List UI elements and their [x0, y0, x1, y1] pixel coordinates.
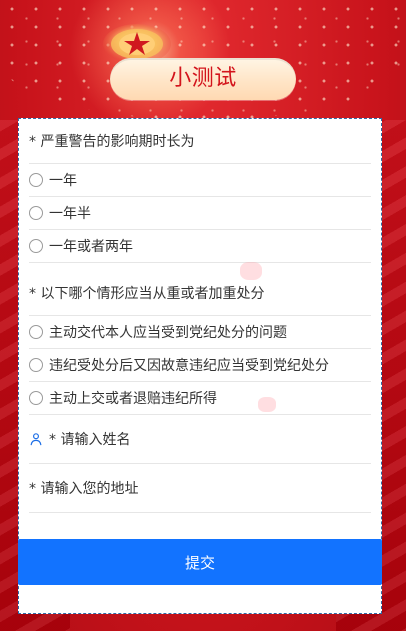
address-placeholder: * 请输入您的地址	[29, 481, 139, 497]
radio-icon[interactable]	[29, 358, 43, 372]
option-label: 一年或者两年	[49, 239, 133, 255]
decorative-blob	[258, 397, 276, 412]
option-label: 违纪受处分后又因故意违纪应当受到党纪处分	[49, 358, 329, 374]
option-label: 主动上交或者退赔违纪所得	[49, 391, 217, 407]
page-title: 小测试	[169, 66, 237, 91]
submit-button[interactable]: 提交	[18, 539, 382, 585]
name-field[interactable]: * 请输入姓名	[29, 415, 371, 464]
question-1-title: * 严重警告的影响期时长为	[29, 119, 371, 164]
question-2-title: * 以下哪个情形应当从重或者加重处分	[29, 271, 371, 316]
decorative-blob	[240, 262, 262, 280]
question-2: * 以下哪个情形应当从重或者加重处分 主动交代本人应当受到党纪处分的问题 违纪受…	[19, 271, 381, 415]
radio-icon[interactable]	[29, 206, 43, 220]
name-placeholder: * 请输入姓名	[49, 432, 131, 448]
question-1-option-3[interactable]: 一年或者两年	[29, 230, 371, 263]
user-icon	[29, 432, 43, 446]
radio-icon[interactable]	[29, 391, 43, 405]
question-2-option-1[interactable]: 主动交代本人应当受到党纪处分的问题	[29, 316, 371, 349]
radio-icon[interactable]	[29, 173, 43, 187]
question-1-option-1[interactable]: 一年	[29, 164, 371, 197]
title-pill: 小测试	[110, 58, 296, 100]
quiz-card: * 严重警告的影响期时长为 一年 一年半 一年或者两年 * 以下哪个情形应当从重…	[18, 118, 382, 614]
option-label: 主动交代本人应当受到党纪处分的问题	[49, 325, 287, 341]
question-1-option-2[interactable]: 一年半	[29, 197, 371, 230]
question-1: * 严重警告的影响期时长为 一年 一年半 一年或者两年	[19, 119, 381, 263]
option-label: 一年半	[49, 206, 91, 222]
question-2-option-2[interactable]: 违纪受处分后又因故意违纪应当受到党纪处分	[29, 349, 371, 382]
address-field[interactable]: * 请输入您的地址	[29, 464, 371, 513]
option-label: 一年	[49, 173, 77, 189]
radio-icon[interactable]	[29, 239, 43, 253]
question-2-option-3[interactable]: 主动上交或者退赔违纪所得	[29, 382, 371, 415]
radio-icon[interactable]	[29, 325, 43, 339]
